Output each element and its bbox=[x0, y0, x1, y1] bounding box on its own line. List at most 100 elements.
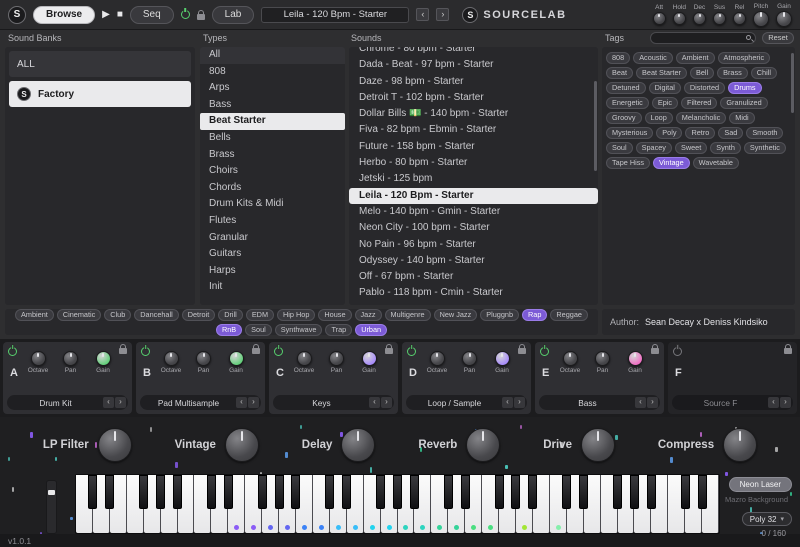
pan-knob[interactable] bbox=[462, 351, 477, 366]
genre-pill[interactable]: Jazz bbox=[355, 309, 382, 321]
type-item[interactable]: Bells bbox=[200, 130, 345, 147]
lp-filter-knob[interactable] bbox=[98, 428, 132, 462]
tag-pill[interactable]: Wavetable bbox=[693, 157, 739, 169]
channel-prev-button[interactable]: ‹ bbox=[768, 397, 779, 408]
channel-power-icon[interactable] bbox=[274, 347, 283, 356]
vintage-knob[interactable] bbox=[225, 428, 259, 462]
rel-knob[interactable] bbox=[733, 12, 746, 25]
tag-pill[interactable]: Soul bbox=[606, 142, 633, 154]
genre-pill[interactable]: Trap bbox=[325, 324, 352, 336]
tag-pill[interactable]: Poly bbox=[656, 127, 682, 139]
dec-knob[interactable] bbox=[693, 12, 706, 25]
tag-pill[interactable]: Beat bbox=[606, 67, 633, 79]
genre-pill[interactable]: Reggae bbox=[550, 309, 588, 321]
tag-pill[interactable]: Chill bbox=[751, 67, 777, 79]
tag-pill[interactable]: Spacey bbox=[636, 142, 672, 154]
type-item[interactable]: Harps bbox=[200, 263, 345, 280]
piano-key-black[interactable] bbox=[528, 475, 537, 509]
channel-prev-button[interactable]: ‹ bbox=[635, 397, 646, 408]
tag-pill[interactable]: Loop bbox=[645, 112, 673, 124]
genre-pill[interactable]: Multigenre bbox=[385, 309, 431, 321]
channel-lock-icon[interactable] bbox=[651, 348, 659, 354]
channel-lock-icon[interactable] bbox=[252, 348, 260, 354]
piano-key-black[interactable] bbox=[173, 475, 182, 509]
sound-item[interactable]: Jetski - 125 bpm bbox=[349, 171, 598, 187]
browse-button[interactable]: Browse bbox=[33, 6, 95, 24]
pan-knob[interactable] bbox=[63, 351, 78, 366]
seq-button[interactable]: Seq bbox=[130, 6, 174, 24]
piano-key-black[interactable] bbox=[393, 475, 402, 509]
tag-pill[interactable]: 808 bbox=[606, 52, 630, 64]
tag-pill[interactable]: Tape Hiss bbox=[606, 157, 650, 169]
att-knob[interactable] bbox=[653, 12, 666, 25]
channel-next-button[interactable]: › bbox=[780, 397, 791, 408]
tag-pill[interactable]: Detuned bbox=[606, 82, 646, 94]
genre-pill[interactable]: Urban bbox=[355, 324, 387, 336]
play-icon[interactable]: ▶ bbox=[102, 9, 110, 20]
genre-pill[interactable]: Cinematic bbox=[57, 309, 101, 321]
channel-power-icon[interactable] bbox=[407, 347, 416, 356]
piano-key-black[interactable] bbox=[630, 475, 639, 509]
tag-pill[interactable]: Ambient bbox=[676, 52, 715, 64]
sound-item[interactable]: Odyssey - 140 bpm - Starter bbox=[349, 253, 598, 269]
piano-key-black[interactable] bbox=[461, 475, 470, 509]
tag-pill[interactable]: Synthetic bbox=[744, 142, 786, 154]
preset-prev-button[interactable]: ‹ bbox=[416, 8, 429, 21]
gain-knob[interactable] bbox=[229, 351, 244, 366]
channel-power-icon[interactable] bbox=[8, 347, 17, 356]
tag-pill[interactable]: Epic bbox=[652, 97, 678, 109]
sound-item[interactable]: Dollar Bills 💵 - 140 bpm - Starter bbox=[349, 106, 598, 122]
sound-item[interactable]: Daze - 98 bpm - Starter bbox=[349, 74, 598, 90]
type-item[interactable]: Granular bbox=[200, 230, 345, 247]
genre-pill[interactable]: Rap bbox=[522, 309, 547, 321]
drive-knob[interactable] bbox=[581, 428, 615, 462]
piano-key-black[interactable] bbox=[342, 475, 351, 509]
genre-pill[interactable]: Detroit bbox=[182, 309, 216, 321]
tag-pill[interactable]: Energetic bbox=[606, 97, 649, 109]
genre-pill[interactable]: Pluggnb bbox=[480, 309, 519, 321]
octave-knob[interactable] bbox=[31, 351, 46, 366]
stop-icon[interactable]: ■ bbox=[117, 9, 123, 20]
piano-key-black[interactable] bbox=[105, 475, 114, 509]
channel-next-button[interactable]: › bbox=[647, 397, 658, 408]
piano-key-black[interactable] bbox=[562, 475, 571, 509]
skin-select-button[interactable]: Neon Laser bbox=[729, 477, 792, 492]
bank-item-all[interactable]: ALL bbox=[9, 51, 191, 77]
pitch-knob[interactable] bbox=[753, 11, 769, 27]
genre-pill[interactable]: Synthwave bbox=[275, 324, 323, 336]
channel-power-icon[interactable] bbox=[540, 347, 549, 356]
sound-item[interactable]: Fiva - 82 bpm - Ebmin - Starter bbox=[349, 122, 598, 138]
piano-key-black[interactable] bbox=[444, 475, 453, 509]
tag-pill[interactable]: Granulized bbox=[720, 97, 767, 109]
octave-knob[interactable] bbox=[297, 351, 312, 366]
genre-pill[interactable]: Drill bbox=[218, 309, 243, 321]
sus-knob[interactable] bbox=[713, 12, 726, 25]
search-input[interactable] bbox=[657, 33, 743, 43]
sound-item[interactable]: Chrome - 80 bpm - Starter bbox=[349, 47, 598, 57]
piano-key-black[interactable] bbox=[258, 475, 267, 509]
piano-key-black[interactable] bbox=[207, 475, 216, 509]
channel-next-button[interactable]: › bbox=[115, 397, 126, 408]
type-item[interactable]: Brass bbox=[200, 147, 345, 164]
app-logo-icon[interactable]: S bbox=[8, 6, 26, 24]
piano-key-black[interactable] bbox=[410, 475, 419, 509]
sound-item[interactable]: Leila - 120 Bpm - Starter bbox=[349, 188, 598, 204]
piano-key-black[interactable] bbox=[139, 475, 148, 509]
tag-pill[interactable]: Synth bbox=[710, 142, 741, 154]
piano-key-black[interactable] bbox=[698, 475, 707, 509]
piano-key-black[interactable] bbox=[325, 475, 334, 509]
tag-pill[interactable]: Filtered bbox=[681, 97, 717, 109]
piano-key-black[interactable] bbox=[224, 475, 233, 509]
tag-pill[interactable]: Brass bbox=[717, 67, 748, 79]
pan-knob[interactable] bbox=[329, 351, 344, 366]
genre-pill[interactable]: Soul bbox=[245, 324, 272, 336]
genre-pill[interactable]: House bbox=[318, 309, 351, 321]
reset-button[interactable]: Reset bbox=[762, 32, 794, 44]
mod-wheel[interactable] bbox=[46, 480, 57, 534]
tag-pill[interactable]: Bell bbox=[690, 67, 714, 79]
piano-key-black[interactable] bbox=[275, 475, 284, 509]
sound-item[interactable]: Neon City - 100 bpm - Starter bbox=[349, 220, 598, 236]
channel-next-button[interactable]: › bbox=[248, 397, 259, 408]
octave-knob[interactable] bbox=[164, 351, 179, 366]
channel-prev-button[interactable]: ‹ bbox=[236, 397, 247, 408]
